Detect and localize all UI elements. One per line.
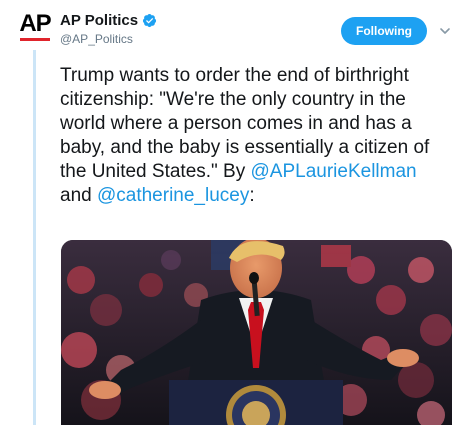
thread-line — [33, 50, 36, 425]
avatar-logo: AP — [19, 10, 51, 37]
tweet-text-trailing: : — [249, 185, 255, 206]
tweet: AP AP Politics @AP_Politics Following Tr… — [0, 0, 467, 425]
user-name-row: AP Politics — [60, 12, 157, 29]
user-info: AP Politics @AP_Politics — [60, 12, 157, 46]
following-button[interactable]: Following — [341, 17, 427, 45]
user-handle[interactable]: @AP_Politics — [60, 32, 157, 46]
chevron-down-icon[interactable] — [438, 24, 452, 38]
avatar-underline — [20, 38, 50, 41]
mention-link[interactable]: @APLaurieKellman — [251, 161, 417, 182]
tweet-text: Trump wants to order the end of birthrig… — [60, 64, 452, 208]
mention-link[interactable]: @catherine_lucey — [97, 185, 249, 206]
tweet-photo[interactable] — [61, 240, 452, 425]
avatar[interactable]: AP — [14, 12, 56, 46]
user-name[interactable]: AP Politics — [60, 12, 138, 29]
tweet-text-joiner: and — [60, 185, 97, 206]
photo-illustration — [61, 240, 452, 425]
verified-badge-icon — [142, 13, 157, 28]
